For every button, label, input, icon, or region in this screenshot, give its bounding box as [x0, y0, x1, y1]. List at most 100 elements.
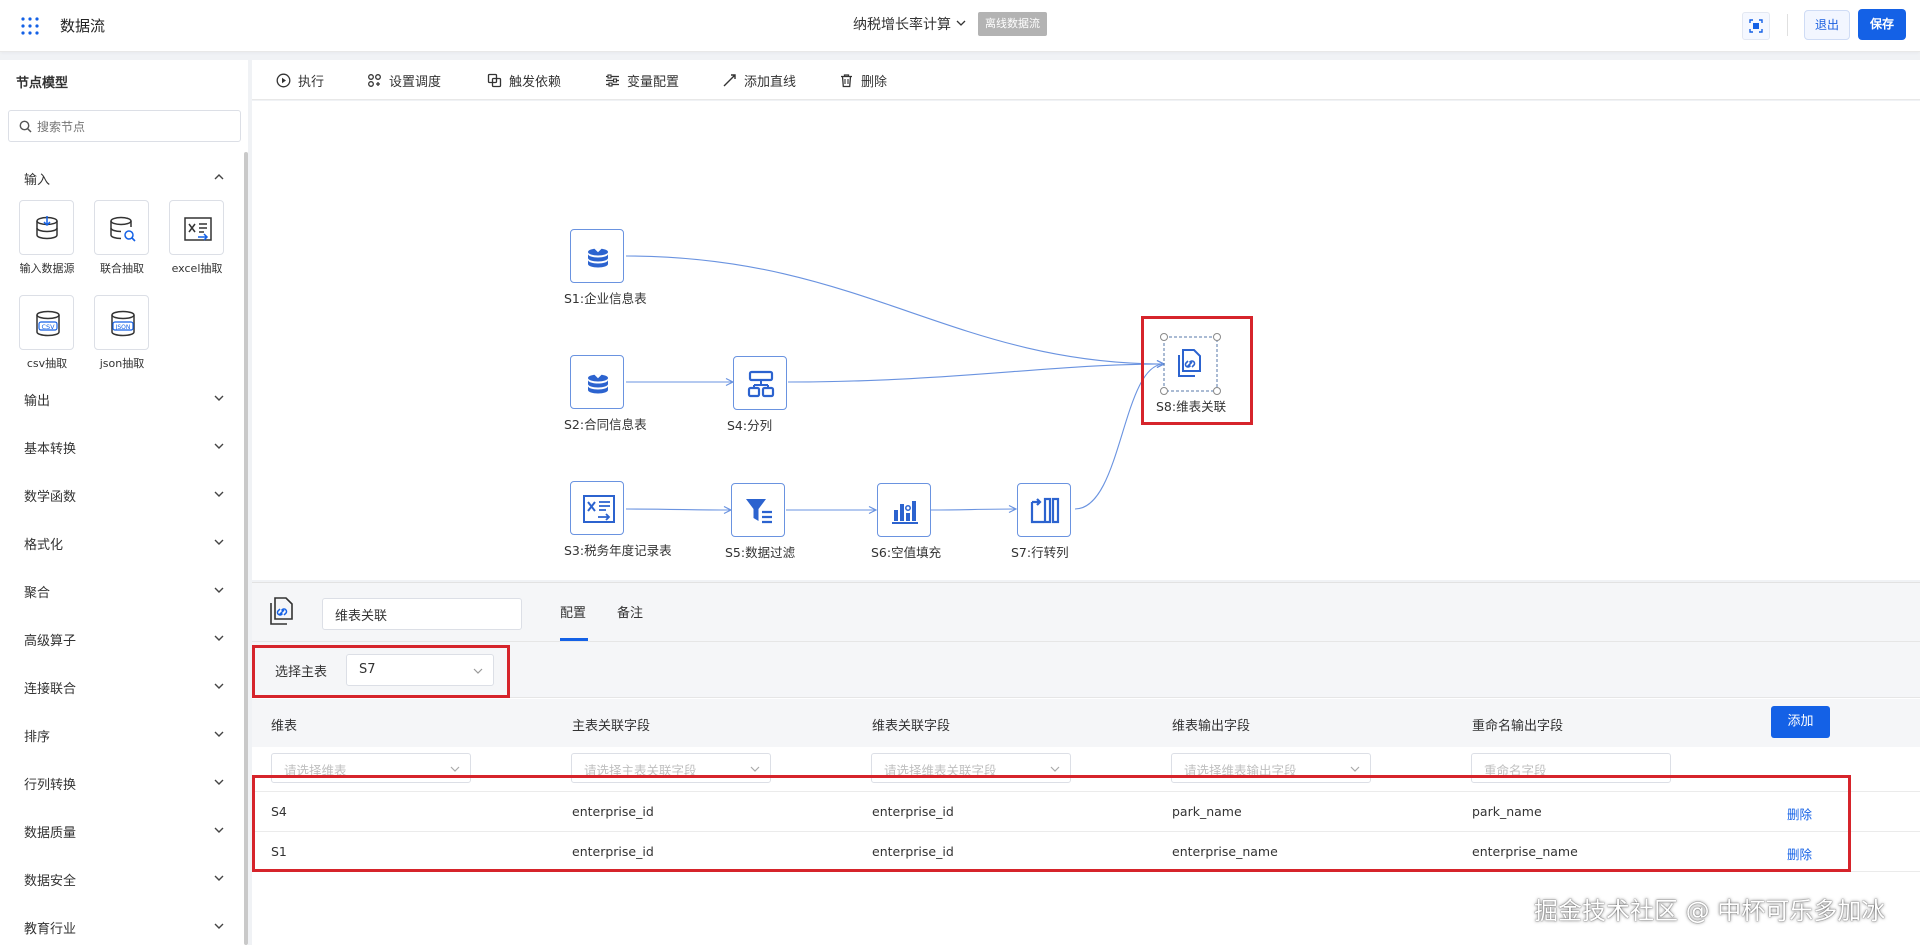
highlight-box-rows	[252, 775, 1851, 872]
sidebar-title: 节点模型	[16, 76, 69, 91]
node-label: S4:分列	[727, 418, 773, 433]
category-label: 数据质量	[24, 826, 77, 841]
category-aggregation[interactable]: 聚合	[0, 575, 240, 605]
node-box	[570, 229, 624, 283]
fit-view-button[interactable]	[1742, 12, 1770, 40]
node-search-input[interactable]	[37, 117, 227, 137]
node-label: S7:行转列	[1011, 545, 1069, 560]
tool-input-datasource[interactable]: 输入数据源	[9, 200, 85, 288]
highlight-box-master	[252, 645, 510, 698]
category-label: 连接联合	[24, 682, 77, 697]
node-box	[570, 481, 624, 535]
schedule-label: 设置调度	[389, 75, 442, 90]
database-search-icon	[110, 216, 136, 242]
category-formatting[interactable]: 格式化	[0, 527, 240, 557]
split-columns-icon	[747, 370, 775, 398]
chevron-down-icon	[450, 766, 460, 772]
json-icon: JSON	[111, 310, 135, 337]
tool-icon-box: CSV	[19, 295, 74, 350]
node-label: S6:空值填充	[871, 545, 942, 560]
node-search-box[interactable]	[8, 110, 241, 142]
database-download-icon	[588, 244, 608, 268]
edge-s3-s5[interactable]	[625, 509, 731, 510]
category-row-column[interactable]: 行列转换	[0, 767, 240, 797]
row-to-column-icon	[1030, 497, 1060, 524]
exit-button[interactable]: 退出	[1804, 10, 1850, 40]
edge-s1-s8[interactable]	[625, 255, 1164, 364]
play-circle-icon	[276, 73, 291, 88]
flow-edges	[625, 255, 1221, 580]
column-header: 重命名输出字段	[1472, 719, 1564, 734]
node-name-input[interactable]	[322, 598, 522, 630]
tool-json-extract[interactable]: JSON json抽取	[84, 295, 160, 383]
category-label: 排序	[24, 730, 51, 745]
chevron-down-icon	[214, 731, 224, 737]
category-label: 输出	[24, 394, 51, 409]
category-label: 高级算子	[24, 634, 77, 649]
chevron-down-icon	[214, 443, 224, 449]
category-data-security[interactable]: 数据安全	[0, 863, 240, 893]
join-grid-header: 维表 主表关联字段 维表关联字段 维表输出字段 重命名输出字段 添加	[252, 699, 1920, 747]
chevron-down-icon	[214, 395, 224, 401]
chevron-down-icon	[1050, 766, 1060, 772]
trash-icon	[841, 74, 852, 88]
copy-link-icon	[487, 73, 502, 88]
svg-text:CSV: CSV	[41, 323, 55, 331]
category-advanced-operators[interactable]: 高级算子	[0, 623, 240, 653]
chevron-down-icon	[214, 635, 224, 641]
flow-canvas[interactable]: S1:企业信息表 S2:合同信息表 S3:税务年度记录表 S4:分列 S5:数据…	[252, 101, 1920, 580]
delete-node-label: 删除	[861, 75, 888, 90]
tool-icon-box: JSON	[94, 295, 149, 350]
bar-chart-icon	[892, 501, 918, 524]
tool-union-extract[interactable]: 联合抽取	[84, 200, 160, 288]
header-divider	[1787, 14, 1788, 36]
chevron-down-icon	[214, 491, 224, 497]
fullscreen-icon	[1749, 19, 1763, 33]
category-join-union[interactable]: 连接联合	[0, 671, 240, 701]
tool-icon-box	[94, 200, 149, 255]
schedule-icon	[368, 74, 381, 87]
category-sort[interactable]: 排序	[0, 719, 240, 749]
column-header: 维表关联字段	[872, 719, 951, 734]
highlight-box-s8	[1141, 316, 1253, 425]
category-label: 行列转换	[24, 778, 77, 793]
category-input[interactable]: 输入	[0, 162, 240, 192]
edge-s6-s7[interactable]	[930, 509, 1016, 510]
node-label: S5:数据过滤	[725, 545, 796, 560]
node-box	[570, 355, 624, 409]
sidebar-scrollbar[interactable]	[244, 152, 248, 945]
save-button[interactable]: 保存	[1858, 9, 1906, 40]
tool-icon-box	[169, 200, 224, 255]
node-box	[877, 483, 931, 537]
app-header: 数据流 纳税增长率计算 离线数据流 退出 保存	[0, 0, 1920, 52]
category-label: 教育行业	[24, 922, 77, 937]
tool-excel-extract[interactable]: excel抽取	[159, 200, 235, 288]
category-label: 聚合	[24, 586, 51, 601]
chevron-down-icon	[1350, 766, 1360, 772]
edge-s4-s8[interactable]	[787, 364, 1164, 383]
category-output[interactable]: 输出	[0, 383, 240, 413]
run-label: 执行	[298, 75, 325, 90]
chevron-down-icon[interactable]	[956, 18, 966, 28]
tab-config[interactable]: 配置	[560, 602, 586, 621]
flow-type-badge: 离线数据流	[978, 12, 1047, 36]
excel-icon	[184, 217, 212, 241]
dimension-join-icon	[270, 597, 293, 625]
tool-label: excel抽取	[171, 262, 223, 275]
svg-text:JSON: JSON	[115, 324, 131, 331]
category-education[interactable]: 教育行业	[0, 911, 240, 941]
category-label: 数据安全	[24, 874, 77, 889]
app-grid-icon[interactable]	[20, 16, 40, 36]
flow-name-selector[interactable]: 纳税增长率计算	[853, 14, 951, 34]
node-box	[733, 356, 787, 410]
chevron-down-icon	[214, 683, 224, 689]
category-data-quality[interactable]: 数据质量	[0, 815, 240, 845]
category-basic-transform[interactable]: 基本转换	[0, 431, 240, 461]
add-join-button[interactable]: 添加	[1771, 706, 1830, 738]
node-label: S3:税务年度记录表	[564, 543, 672, 558]
tab-notes[interactable]: 备注	[617, 602, 643, 621]
database-download-icon	[36, 216, 58, 240]
category-math-functions[interactable]: 数学函数	[0, 479, 240, 509]
excel-icon	[583, 495, 615, 523]
tool-csv-extract[interactable]: CSV csv抽取	[9, 295, 85, 383]
